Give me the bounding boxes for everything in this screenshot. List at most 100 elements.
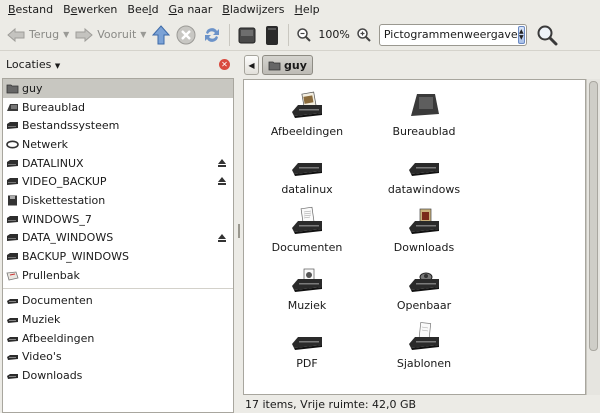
drive-icon [6,232,19,243]
file-item-afbeeldingen[interactable]: Afbeeldingen [252,88,362,138]
zoom-out-button[interactable] [293,22,315,48]
sidebar-item-label: Diskettestation [22,193,106,207]
home-drive-icon [238,27,256,43]
sidebar-divider [3,287,233,289]
file-item[interactable] [252,378,362,394]
file-item-muziek[interactable]: Muziek [252,262,362,312]
home-button[interactable] [234,22,260,48]
menu-label-part: B [8,3,16,16]
back-button[interactable]: Terug ▼ [4,22,72,48]
sidebar-item-label: WINDOWS_7 [22,212,92,226]
menu-item-bewerken[interactable]: Bewerken [58,0,122,19]
menu-item-ga-naar[interactable]: Ga naar [164,0,218,19]
toolbar-separator [229,23,231,46]
eject-icon[interactable] [217,158,227,168]
view-mode-select[interactable]: Pictogrammenweergave ▲ ▼ [378,23,527,46]
path-button-label: guy [284,58,307,72]
sidebar-item-label: guy [22,81,43,95]
sidebar-item-label: Downloads [22,369,83,383]
folder-icon [407,146,441,176]
menu-item-bestand[interactable]: Bestand [3,0,58,19]
forward-history-dropdown-icon[interactable]: ▼ [140,30,146,39]
menu-label-part: a naar [177,3,213,16]
desktop-folder-icon [407,88,441,118]
file-icon-view[interactable]: Afbeeldingen Bureaublad datalinux datawindo… [243,79,586,395]
up-button[interactable] [149,22,173,48]
sidebar-item-downloads[interactable]: Downloads [3,366,233,385]
drive-icon [6,251,19,262]
sidebar-item-bestandssysteem[interactable]: Bestandssysteem [3,116,233,135]
sidebar-item-label: Documenten [22,294,93,308]
file-item-label: PDF [296,357,318,370]
back-history-dropdown-icon[interactable]: ▼ [63,30,69,39]
sidebar-item-prullenbak[interactable]: Prullenbak [3,266,233,285]
forward-button[interactable]: Vooruit ▼ [72,22,149,48]
sidebar-item-label: Video's [22,350,62,364]
path-bar: ◀ guy [244,54,313,76]
path-button-current[interactable]: guy [262,55,313,75]
file-item[interactable] [369,378,479,394]
file-item-datalinux[interactable]: datalinux [252,146,362,196]
file-item-datawindows[interactable]: datawindows [369,146,479,196]
sidebar-item-label: DATALINUX [22,156,84,170]
sidebar-item-label: Bestandssysteem [22,119,120,133]
sidebar-item-bureaublad[interactable]: Bureaublad [3,98,233,117]
forward-label: Vooruit [97,28,137,41]
sidebar-item-datalinux[interactable]: DATALINUX [3,154,233,173]
eject-icon[interactable] [217,233,227,243]
home-folder-icon [6,83,19,94]
scrollbar-thumb[interactable] [589,81,598,351]
menu-item-beeld[interactable]: Beeld [122,0,163,19]
file-item-bureaublad[interactable]: Bureaublad [369,88,479,138]
menu-label-part: estand [15,3,54,16]
menu-label-part: H [294,3,303,16]
public-folder-icon [407,262,441,292]
computer-button[interactable] [260,22,284,48]
file-item-documenten[interactable]: Documenten [252,204,362,254]
file-item-label: Sjablonen [396,357,452,370]
sidebar-item-video-backup[interactable]: VIDEO_BACKUP [3,172,233,191]
back-arrow-icon [7,27,25,42]
sidebar-item-muziek[interactable]: Muziek [3,310,233,329]
file-item-downloads[interactable]: Downloads [369,204,479,254]
toolbar-separator [288,23,290,46]
file-item-pdf[interactable]: PDF [252,320,362,370]
search-button[interactable] [533,22,561,48]
menu-item-help[interactable]: Help [290,0,325,19]
places-dropdown[interactable]: Locaties ▼ [6,58,60,71]
sidebar-item-windows-7[interactable]: WINDOWS_7 [3,210,233,229]
reload-button[interactable] [199,22,225,48]
sidebar-item-documenten[interactable]: Documenten [3,292,233,311]
eject-icon[interactable] [217,176,227,186]
zoom-in-button[interactable] [353,22,375,48]
sidebar-item-afbeeldingen[interactable]: Afbeeldingen [3,329,233,348]
close-sidebar-icon[interactable]: ✕ [219,58,230,70]
sidebar-item-label: Bureaublad [22,100,86,114]
file-item-label: Openbaar [396,299,452,312]
file-item-sjablonen[interactable]: Sjablonen [369,320,479,370]
sidebar-item-netwerk[interactable]: Netwerk [3,135,233,154]
pane-splitter[interactable] [236,52,242,413]
folder-icon [6,370,19,381]
trash-icon [6,270,19,281]
stop-button[interactable] [173,22,199,48]
sidebar: Locaties ▼ ✕ guy Bureaublad Bestandssystee… [0,52,236,413]
drive-icon [6,158,19,169]
menu-item-bladwijzers[interactable]: Bladwijzers [217,0,289,19]
status-bar: 17 items, Vrije ruimte: 42,0 GB [245,398,417,411]
floppy-icon [6,195,19,206]
pictures-folder-icon [290,88,324,118]
sidebar-item-guy[interactable]: guy [3,79,233,98]
file-item-openbaar[interactable]: Openbaar [369,262,479,312]
sidebar-item-data-windows[interactable]: DATA_WINDOWS [3,229,233,248]
menu-label-part: Bee [127,3,149,16]
sidebar-item-backup-windows[interactable]: BACKUP_WINDOWS [3,247,233,266]
sidebar-item-video-s[interactable]: Video's [3,348,233,367]
vertical-scrollbar[interactable] [586,79,600,395]
sidebar-item-diskettestation[interactable]: Diskettestation [3,191,233,210]
network-icon [6,139,19,150]
folder-icon [6,295,19,306]
folder-icon [6,333,19,344]
up-arrow-icon [152,24,171,44]
path-scroll-left-button[interactable]: ◀ [244,55,259,75]
